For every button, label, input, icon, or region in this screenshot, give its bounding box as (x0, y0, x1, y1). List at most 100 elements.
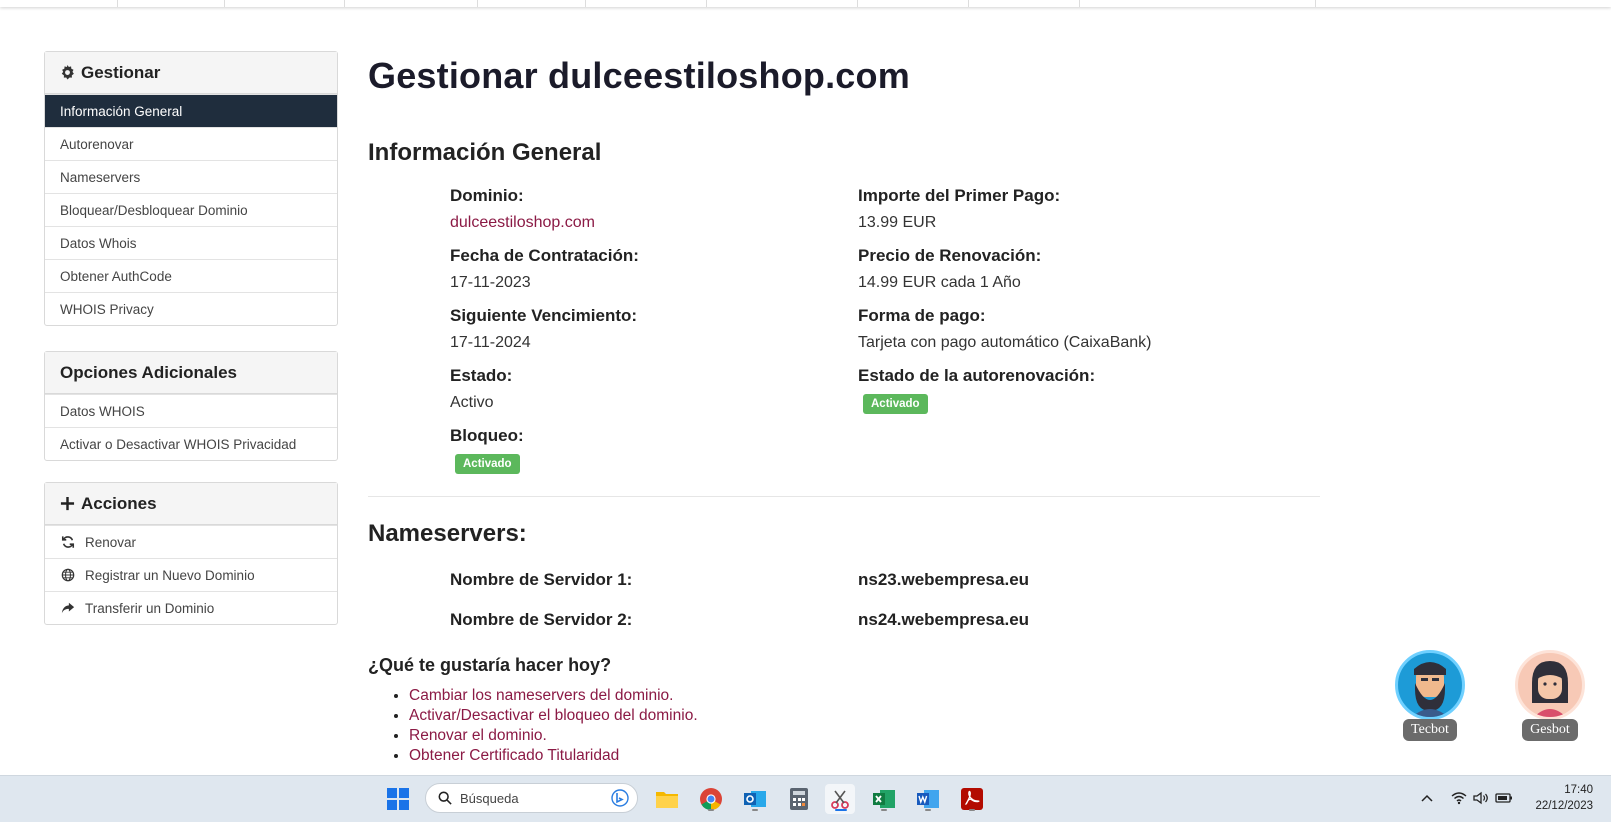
wifi-icon[interactable] (1451, 791, 1467, 808)
ns2-label: Nombre de Servidor 2: (450, 610, 633, 629)
transferir-label: Transferir un Dominio (85, 600, 215, 616)
globe-icon (60, 568, 76, 582)
lock-label: Bloqueo: (450, 426, 524, 445)
payment-method-value: Tarjeta con pago automático (CaixaBank) (858, 334, 1152, 351)
renewal-price-field: Precio de Renovación: 14.99 EUR cada 1 A… (858, 246, 1041, 292)
gear-icon (60, 65, 75, 80)
todo-list: Cambiar los nameservers del dominio. Act… (368, 686, 698, 766)
top-navigation-bar (0, 0, 1611, 7)
windows-taskbar: Búsqueda 17:40 22/12/2023 (0, 775, 1611, 822)
chevron-up-icon[interactable] (1421, 792, 1433, 806)
expiry-label: Siguiente Vencimiento: (450, 306, 638, 325)
list-item: Obtener Certificado Titularidad (409, 746, 698, 766)
sidebar-item-registrar-dominio[interactable]: Registrar un Nuevo Dominio (45, 558, 337, 591)
gesbot-widget[interactable]: Gesbot (1512, 650, 1588, 741)
actions-panel-header: Acciones (45, 483, 337, 525)
first-payment-field: Importe del Primer Pago: 13.99 EUR (858, 186, 1060, 232)
contract-date-value: 17-11-2023 (450, 274, 531, 291)
sidebar-item-informacion-general[interactable]: Información General (45, 94, 337, 127)
ns1-value: ns23.webempresa.eu (858, 570, 1030, 589)
list-item: Activar/Desactivar el bloqueo del domini… (409, 706, 698, 726)
renewal-price-label: Precio de Renovación: (858, 246, 1042, 265)
status-label: Estado: (450, 366, 513, 385)
gesbot-avatar (1515, 650, 1585, 720)
lock-status-badge: Activado (455, 454, 520, 474)
section-title-nameservers: Nameservers: (368, 520, 527, 547)
manage-panel-header: Gestionar (45, 52, 337, 94)
manage-panel: Gestionar Información General Autorenova… (44, 51, 338, 326)
plus-icon (60, 496, 75, 511)
domain-label: Dominio: (450, 186, 524, 205)
section-divider (368, 496, 1320, 497)
renew-domain-link[interactable]: Renovar el dominio. (409, 727, 547, 744)
expiry-field: Siguiente Vencimiento: 17-11-2024 (450, 306, 637, 352)
sidebar-item-transferir-dominio[interactable]: Transferir un Dominio (45, 591, 337, 624)
autorenew-status-badge: Activado (863, 394, 928, 414)
tecbot-label: Tecbot (1403, 719, 1457, 741)
taskbar-search-box[interactable]: Búsqueda (425, 783, 638, 813)
battery-icon[interactable] (1495, 791, 1513, 808)
first-payment-value: 13.99 EUR (858, 214, 937, 231)
actions-panel-title: Acciones (81, 493, 157, 513)
todo-question: ¿Qué te gustaría hacer hoy? (368, 655, 612, 675)
renewal-price-value: 14.99 EUR cada 1 Año (858, 274, 1021, 291)
windows-start-icon[interactable] (383, 784, 413, 814)
sidebar-item-datos-whois[interactable]: Datos Whois (45, 226, 337, 259)
registrar-label: Registrar un Nuevo Dominio (85, 567, 255, 583)
sidebar-item-whois-data[interactable]: Datos WHOIS (45, 394, 337, 427)
tecbot-avatar (1395, 650, 1465, 720)
tecbot-widget[interactable]: Tecbot (1392, 650, 1468, 741)
payment-method-field: Forma de pago: Tarjeta con pago automáti… (858, 306, 1152, 352)
extra-options-header: Opciones Adicionales (45, 352, 337, 394)
share-arrow-icon (60, 601, 76, 615)
outlook-icon[interactable] (740, 784, 770, 814)
first-payment-label: Importe del Primer Pago: (858, 186, 1061, 205)
page-title: Gestionar dulceestiloshop.com (368, 55, 910, 96)
bing-icon (611, 789, 629, 807)
system-tray (1421, 776, 1513, 822)
refresh-icon (60, 535, 76, 549)
sidebar-item-whois-privacidad[interactable]: Activar o Desactivar WHOIS Privacidad (45, 427, 337, 460)
autorenew-field: Estado de la autorenovación: Activado (858, 366, 1095, 414)
extra-options-panel: Opciones Adicionales Datos WHOIS Activar… (44, 351, 338, 461)
calculator-icon[interactable] (784, 784, 814, 814)
autorenew-label: Estado de la autorenovación: (858, 366, 1096, 385)
toggle-lock-link[interactable]: Activar/Desactivar el bloqueo del domini… (409, 707, 698, 724)
clock-time: 17:40 (1564, 784, 1593, 796)
domain-link[interactable]: dulceestiloshop.com (450, 214, 595, 231)
snipping-tool-icon[interactable] (825, 784, 855, 814)
acrobat-icon[interactable] (957, 784, 987, 814)
contract-date-field: Fecha de Contratación: 17-11-2023 (450, 246, 639, 292)
status-field: Estado: Activo (450, 366, 512, 412)
volume-icon[interactable] (1473, 791, 1489, 808)
ns2-value: ns24.webempresa.eu (858, 610, 1030, 629)
file-explorer-icon[interactable] (652, 784, 682, 814)
chrome-icon[interactable] (696, 784, 726, 814)
list-item: Renovar el dominio. (409, 726, 698, 746)
gesbot-label: Gesbot (1522, 719, 1578, 741)
word-icon[interactable] (913, 784, 943, 814)
domain-field: Dominio: dulceestiloshop.com (450, 186, 595, 232)
payment-method-label: Forma de pago: (858, 306, 986, 325)
ns1-label: Nombre de Servidor 1: (450, 570, 633, 589)
sidebar-item-renovar[interactable]: Renovar (45, 525, 337, 558)
sidebar-item-nameservers[interactable]: Nameservers (45, 160, 337, 193)
sidebar-item-authcode[interactable]: Obtener AuthCode (45, 259, 337, 292)
sidebar-item-whois-privacy[interactable]: WHOIS Privacy (45, 292, 337, 325)
actions-panel: Acciones Renovar Registrar un Nuevo Domi… (44, 482, 338, 625)
status-value: Activo (450, 394, 494, 411)
taskbar-clock[interactable]: 17:40 22/12/2023 (1535, 782, 1593, 814)
contract-date-label: Fecha de Contratación: (450, 246, 639, 265)
search-icon (438, 791, 452, 805)
excel-icon[interactable] (869, 784, 899, 814)
list-item: Cambiar los nameservers del dominio. (409, 686, 698, 706)
manage-panel-title: Gestionar (81, 62, 161, 82)
expiry-value: 17-11-2024 (450, 334, 531, 351)
ownership-certificate-link[interactable]: Obtener Certificado Titularidad (409, 747, 619, 764)
lock-field: Bloqueo: Activado (450, 426, 524, 474)
sidebar-item-bloquear[interactable]: Bloquear/Desbloquear Dominio (45, 193, 337, 226)
clock-date: 22/12/2023 (1535, 800, 1593, 812)
sidebar-item-autorenovar[interactable]: Autorenovar (45, 127, 337, 160)
renovar-label: Renovar (85, 534, 137, 550)
change-nameservers-link[interactable]: Cambiar los nameservers del dominio. (409, 687, 673, 704)
